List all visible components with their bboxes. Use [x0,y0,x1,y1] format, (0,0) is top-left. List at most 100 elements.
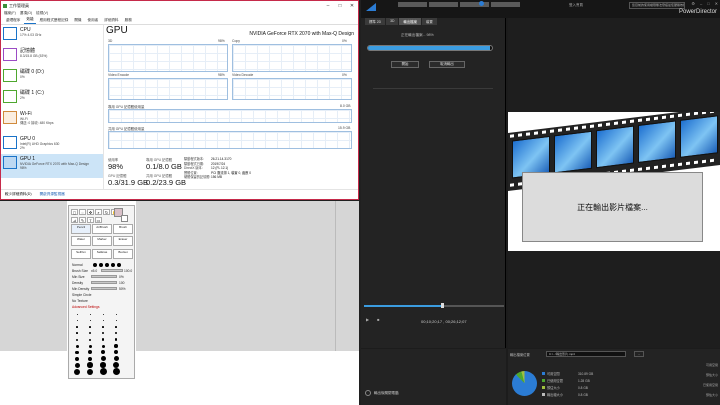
brush-airbrush[interactable]: AirBrush [92,224,112,234]
brush-pencil[interactable]: Pencil [71,224,91,234]
close-icon[interactable]: ✕ [715,1,718,6]
timeline-scrubber[interactable] [364,303,504,308]
brush-size-preset[interactable] [74,362,80,368]
tab-processes[interactable]: 處理程序 [4,18,22,24]
brush-size-preset[interactable] [112,368,120,376]
notification-badge-icon[interactable] [479,1,484,6]
output-path-field[interactable]: C:\...\輸出影片.mp4 [546,351,626,357]
brush-size-preset[interactable] [89,332,91,335]
brush-seleras[interactable]: SelEras [92,248,112,259]
brush-bucket[interactable]: Bucket [113,248,133,259]
brush-size-preset[interactable] [76,326,78,328]
tab-performance[interactable]: 效能 [24,17,36,24]
device-wifi[interactable]: Wi-Fi Wi-Fi 傳送: 0 接收: 480 Kbps [1,109,103,134]
lasso-tool-icon[interactable]: ◌ [79,209,86,215]
brush-size-preset[interactable] [114,350,118,355]
top-tab[interactable] [398,2,427,7]
brush-size-preset[interactable] [89,326,91,328]
brush-size-preset[interactable] [89,319,91,321]
top-tab[interactable] [491,2,520,7]
brush-size-preset[interactable] [115,332,117,335]
density-slider[interactable] [91,281,117,284]
eyedropper-icon[interactable]: ⊿ [71,217,78,223]
brush-eraser[interactable]: Eraser [113,236,133,247]
min-density-slider[interactable] [91,287,117,290]
brush-size-preset[interactable] [113,356,119,362]
rotate-tool-icon[interactable]: ↻ [103,209,110,215]
settings-icon[interactable]: ⚙ [691,1,695,6]
play-icon[interactable]: ▶ [366,317,369,322]
text-tool-icon[interactable]: T [87,217,94,223]
tab-services[interactable]: 服務 [123,18,134,24]
brush-size-preset[interactable] [114,344,118,348]
device-disk-0[interactable]: 磁碟 0 (D:) 0% [1,67,103,88]
brush-shape-icon[interactable] [105,263,109,267]
stop-icon[interactable]: ■ [377,317,379,322]
zoom-tool-icon[interactable]: ⌕ [95,209,102,215]
brush-size-preset[interactable] [88,344,92,348]
brush-size-preset[interactable] [74,368,80,375]
brush-size-preset[interactable] [101,344,105,348]
brush-size-preset[interactable] [115,313,117,315]
brush-size-preset[interactable] [87,356,93,362]
brush-size-preset[interactable] [100,356,106,362]
device-gpu-1[interactable]: GPU 1 NVIDIA GeForce RTX 2070 with Max-Q … [1,154,103,178]
upgrade-notice-button[interactable]: 您目前的使用權限無法發揮最佳硬體效能 [629,2,685,9]
brush-size-preset[interactable] [76,338,78,341]
brush-size-slider[interactable] [101,269,123,272]
device-cpu[interactable]: CPU 17% 4.03 GHz [1,25,103,46]
brush-size-preset[interactable] [89,338,91,341]
close-icon[interactable]: ✕ [346,3,358,9]
shape-tool-icon[interactable]: ▭ [95,217,102,223]
tab-device[interactable]: 裝置 [421,18,437,25]
brush-size-preset[interactable] [102,326,104,328]
menu-options[interactable]: 選項(O) [20,11,32,16]
start-button[interactable]: 開始 [391,61,419,68]
brush-shape-icon[interactable] [117,263,121,267]
tab-details[interactable]: 詳細資料 [102,18,120,24]
brush-size-preset[interactable] [102,313,104,315]
brush-brush[interactable]: Brush [113,224,133,234]
device-memory[interactable]: 記憶體 8.3/15.8 GB (53%) [1,46,103,67]
brush-size-preset[interactable] [101,338,105,341]
brush-size-preset[interactable] [76,313,78,315]
brush-size-preset[interactable] [99,368,107,376]
move-tool-icon[interactable]: ✥ [87,209,94,215]
tab-output-file[interactable]: 輸出檔案 [399,18,421,25]
tab-3d[interactable]: 3D [386,18,399,25]
brush-size-preset[interactable] [101,350,105,355]
blend-mode-select[interactable]: Normal [72,263,83,267]
brush-size-preset[interactable] [102,319,104,321]
brush-shape-icon[interactable] [93,263,97,267]
brush-size-preset[interactable] [76,332,78,334]
fewer-details-link[interactable]: 較少詳細資料(D) [5,192,32,197]
menu-file[interactable]: 檔案(F) [4,11,16,16]
pen-tool-icon[interactable]: ✎ [79,217,86,223]
brush-size-preset[interactable] [89,313,91,315]
brush-size-preset[interactable] [114,338,118,341]
minimize-icon[interactable]: – [700,1,702,6]
tab-users[interactable]: 使用者 [86,18,101,24]
maximize-icon[interactable]: □ [707,1,709,6]
brush-size-preset[interactable] [74,356,80,362]
brush-size-preset[interactable] [88,350,92,355]
cancel-render-button[interactable]: 取消輸出 [429,61,465,68]
maximize-icon[interactable]: □ [334,3,346,9]
brush-size-preset[interactable] [87,368,93,375]
brush-marker[interactable]: Marker [92,236,112,247]
brush-selpen[interactable]: SelPen [71,248,91,259]
brush-size-preset[interactable] [75,350,79,355]
brush-shape-select[interactable]: Simple Circle [72,293,91,297]
scrubber-knob[interactable] [441,303,444,308]
brush-size-preset[interactable] [87,362,93,368]
select-tool-icon[interactable]: ◻ [71,209,78,215]
shutdown-checkbox[interactable] [365,390,371,396]
login-link[interactable]: 登入會員 [569,3,583,8]
brush-size-multiplier[interactable]: x5.0 [91,269,97,273]
tab-app-history[interactable]: 應用程式歷程記錄 [38,18,71,24]
advanced-settings-toggle[interactable]: Advanced Settings [72,305,100,309]
brush-size-preset[interactable] [102,332,104,335]
brush-shape-icon[interactable] [111,263,115,267]
top-tab[interactable] [460,2,489,7]
texture-select[interactable]: No Texture [72,299,88,303]
